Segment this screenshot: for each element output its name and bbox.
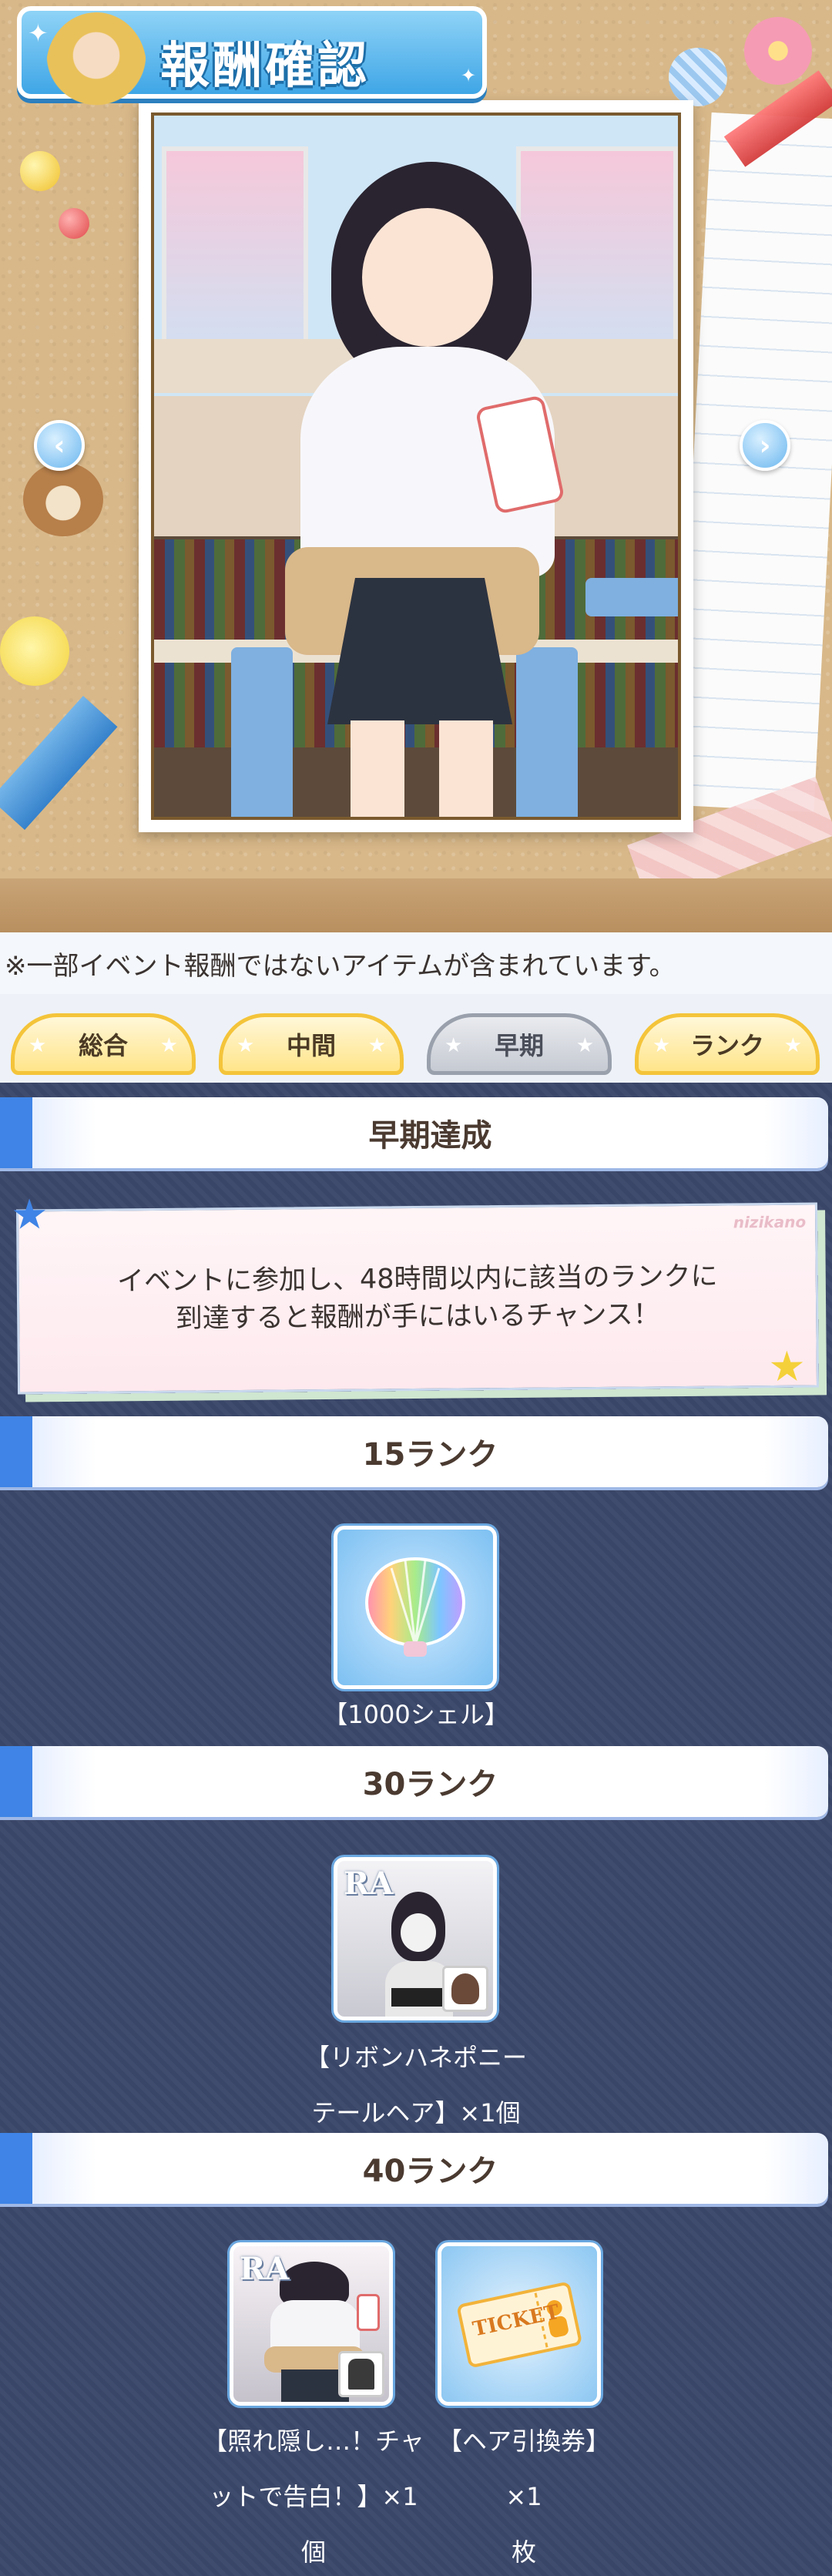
hair-item-icon: [442, 1966, 488, 2012]
next-arrow-button[interactable]: ›: [740, 420, 790, 471]
blue-stripe-circle-decoration: [669, 48, 727, 106]
reward-item-label: 【照れ隠し…！チャ ットで告白！】×1 個: [203, 2427, 424, 2567]
tab-rank[interactable]: ★ ランク ★: [635, 1013, 820, 1075]
red-ball-decoration: [59, 208, 89, 239]
character-board: ‹ › ✦ ✦ 報酬確認: [0, 0, 832, 932]
prev-arrow-button[interactable]: ‹: [34, 420, 85, 471]
description-line-1: イベントに参加し、48時間以内に該当のランクに: [116, 1261, 718, 1298]
star-icon: ★: [159, 1034, 178, 1057]
rank-header-15: 15ランク: [0, 1416, 828, 1487]
section-header-early: 早期達成: [0, 1097, 828, 1168]
bear-decoration: [23, 462, 103, 536]
card-watermark: nizikano: [733, 1212, 807, 1232]
notice-text: ※一部イベント報酬ではないアイテムが含まれています。: [0, 932, 832, 994]
title-badge: ✦ ✦ 報酬確認: [17, 6, 487, 120]
rainbow-shell-icon: [365, 1557, 465, 1657]
tab-label: 総合: [78, 1031, 128, 1060]
blue-marker-decoration: [0, 696, 118, 830]
rank-header-30: 30ランク: [0, 1746, 828, 1817]
reward-item-label: 【ヘア引換券】×1 枚: [437, 2427, 610, 2567]
reward-item-label: 【1000シェル】: [323, 1700, 509, 1729]
reward-item-hair[interactable]: RA: [334, 1857, 497, 2020]
tab-label: ランク: [689, 1031, 764, 1060]
reward-item-ticket[interactable]: TICKET: [438, 2242, 601, 2406]
star-icon: ★: [237, 1034, 255, 1057]
star-icon: ★: [783, 1034, 802, 1057]
character-illustration: [151, 113, 681, 820]
character-photo-frame: [139, 100, 693, 832]
pink-flower-decoration: [744, 17, 812, 85]
reward-item-costume[interactable]: RA: [230, 2242, 393, 2406]
yellow-star-icon: ★: [768, 1342, 807, 1392]
board-bottom-strip: [0, 878, 832, 932]
tab-early[interactable]: ★ 早期 ★: [427, 1013, 612, 1075]
page-title: 報酬確認: [160, 38, 370, 95]
tab-midpoint[interactable]: ★ 中間 ★: [219, 1013, 404, 1075]
costume-item-icon: [338, 2351, 384, 2397]
star-icon: ★: [575, 1034, 594, 1057]
reward-item-label: 【リボンハネポニー テールヘア】×1個: [304, 2043, 527, 2128]
rarity-badge: RA: [344, 1866, 394, 1902]
star-icon: ★: [367, 1034, 386, 1057]
chick-decoration: [0, 616, 69, 686]
yellow-ball-decoration: [20, 151, 60, 191]
star-icon: ★: [653, 1034, 671, 1057]
tab-label: 中間: [286, 1031, 336, 1060]
blue-star-icon: ★: [10, 1190, 49, 1239]
tab-bar: ★ 総合 ★ ★ 中間 ★ ★ 早期 ★ ★ ランク ★: [0, 994, 832, 1083]
star-icon: ★: [445, 1034, 463, 1057]
description-line-2: 到達すると報酬が手にはいるチャンス！: [175, 1299, 660, 1335]
chibi-character-icon: [46, 12, 146, 120]
description-card: nizikano ★ ★ イベントに参加し、48時間以内に該当のランクに 到達す…: [11, 1190, 820, 1395]
tab-label: 早期: [494, 1031, 544, 1060]
reward-item-shell[interactable]: [334, 1526, 497, 1689]
tab-overall[interactable]: ★ 総合 ★: [11, 1013, 196, 1075]
rarity-badge: RA: [240, 2251, 290, 2287]
rank-header-40: 40ランク: [0, 2133, 828, 2204]
star-icon: ★: [29, 1034, 47, 1057]
